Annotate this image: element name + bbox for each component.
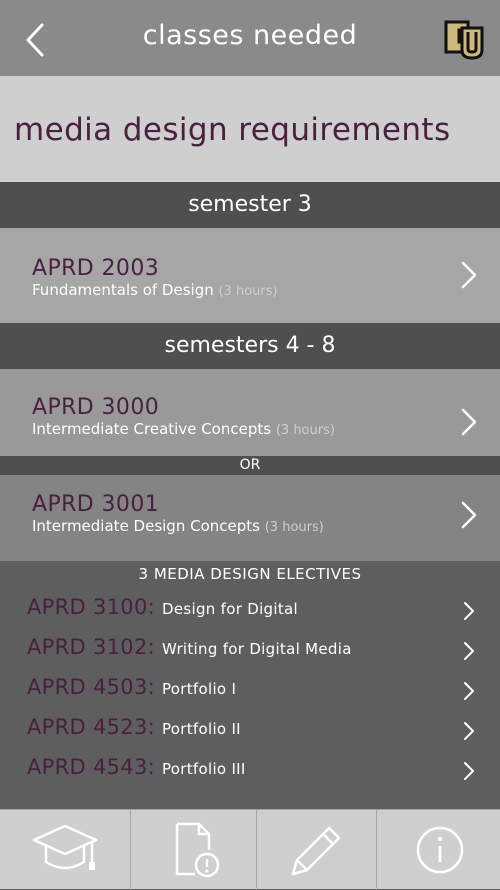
chevron-right-icon	[461, 261, 477, 289]
elective-row-aprd-3100[interactable]: APRD 3100: Design for Digital	[0, 589, 500, 629]
course-code: APRD 3001	[32, 492, 160, 517]
elective-code: APRD 4503:	[27, 675, 155, 699]
elective-code: APRD 4543:	[27, 755, 155, 779]
elective-name: Writing for Digital Media	[161, 640, 352, 658]
banner: media design requirements	[0, 76, 500, 182]
elective-name: Portfolio I	[161, 680, 237, 698]
info-icon	[416, 826, 464, 874]
electives-section: 3 MEDIA DESIGN ELECTIVES APRD 3100: Desi…	[0, 561, 500, 809]
tab-graduation[interactable]	[0, 810, 130, 890]
or-divider: OR	[0, 456, 500, 475]
tab-notes[interactable]	[257, 810, 376, 890]
elective-code: APRD 3100:	[27, 595, 155, 619]
course-row-aprd-2003[interactable]: APRD 2003 Fundamentals of Design (3 hour…	[0, 228, 500, 323]
elective-code: APRD 3102:	[27, 635, 155, 659]
elective-name: Portfolio II	[161, 720, 241, 738]
cu-logo-icon	[444, 20, 484, 60]
electives-title: 3 MEDIA DESIGN ELECTIVES	[138, 565, 362, 583]
document-alert-icon	[175, 822, 220, 878]
chevron-right-icon	[461, 501, 477, 529]
chevron-right-icon	[464, 602, 474, 620]
section-header-semester-3: semester 3	[0, 182, 500, 228]
course-hours: (3 hours)	[218, 284, 278, 299]
tab-info[interactable]	[377, 810, 500, 890]
elective-row-aprd-4543[interactable]: APRD 4543: Portfolio III	[0, 749, 500, 789]
course-row-aprd-3000[interactable]: APRD 3000 Intermediate Creative Concepts…	[0, 369, 500, 456]
course-name: Fundamentals of Design (3 hours)	[32, 281, 278, 299]
course-code: APRD 3000	[32, 395, 160, 420]
section-header-semesters-4-8: semesters 4 - 8	[0, 323, 500, 369]
bottom-tab-bar	[0, 809, 500, 890]
elective-row-aprd-3102[interactable]: APRD 3102: Writing for Digital Media	[0, 629, 500, 669]
chevron-right-icon	[464, 642, 474, 660]
chevron-right-icon	[461, 408, 477, 436]
graduation-cap-icon	[32, 824, 98, 870]
course-name: Intermediate Design Concepts (3 hours)	[32, 517, 324, 535]
requirements-heading: media design requirements	[14, 112, 451, 148]
elective-name: Design for Digital	[161, 600, 298, 618]
page-title: classes needed	[142, 20, 358, 51]
elective-name: Portfolio III	[161, 760, 246, 778]
top-bar: classes needed	[0, 0, 500, 76]
chevron-right-icon	[464, 682, 474, 700]
elective-code: APRD 4523:	[27, 715, 155, 739]
elective-row-aprd-4503[interactable]: APRD 4503: Portfolio I	[0, 669, 500, 709]
pencil-icon	[291, 826, 341, 876]
chevron-right-icon	[464, 762, 474, 780]
elective-row-aprd-4523[interactable]: APRD 4523: Portfolio II	[0, 709, 500, 749]
course-name: Intermediate Creative Concepts (3 hours)	[32, 420, 335, 438]
chevron-right-icon	[464, 722, 474, 740]
tab-requirements[interactable]	[131, 810, 256, 890]
course-hours: (3 hours)	[264, 520, 324, 535]
course-row-aprd-3001[interactable]: APRD 3001 Intermediate Design Concepts (…	[0, 475, 500, 561]
course-hours: (3 hours)	[275, 423, 335, 438]
course-code: APRD 2003	[32, 256, 160, 281]
